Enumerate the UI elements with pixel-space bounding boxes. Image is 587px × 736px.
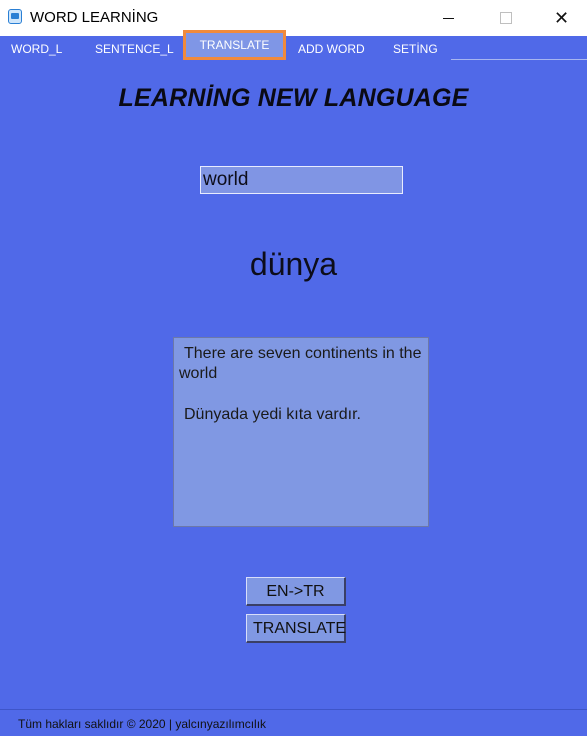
menu-item-add-word[interactable]: ADD WORD bbox=[298, 36, 365, 62]
maximize-button[interactable] bbox=[477, 0, 535, 36]
minimize-icon bbox=[442, 17, 454, 19]
menu-item-word-l[interactable]: WORD_L bbox=[11, 36, 62, 62]
close-button[interactable]: ✕ bbox=[536, 0, 587, 36]
translation-result: dünya bbox=[249, 246, 338, 282]
minimize-button[interactable] bbox=[419, 0, 477, 36]
menu-item-sentence-l[interactable]: SENTENCE_L bbox=[95, 36, 174, 62]
footer-copyright: Tüm hakları saklıdır © 2020 | yalcınyazı… bbox=[18, 717, 267, 731]
menu-divider bbox=[451, 59, 587, 60]
footer-divider bbox=[0, 709, 587, 710]
maximize-icon bbox=[500, 12, 512, 24]
menu-item-translate[interactable]: TRANSLATE bbox=[183, 30, 286, 60]
page-heading: LEARNİNG NEW LANGUAGE bbox=[118, 84, 469, 112]
close-icon: ✕ bbox=[553, 8, 570, 28]
word-input[interactable] bbox=[200, 166, 403, 194]
title-bar: WORD LEARNİNG ✕ bbox=[0, 0, 587, 36]
direction-button[interactable]: EN->TR bbox=[246, 577, 346, 606]
menu-item-setting[interactable]: SETİNG bbox=[393, 36, 438, 62]
example-sentence-box: There are seven continents in the world … bbox=[173, 337, 429, 527]
example-sentence-tr: Dünyada yedi kıta vardır. bbox=[184, 406, 361, 423]
window-title: WORD LEARNİNG bbox=[30, 9, 159, 26]
app-icon bbox=[8, 9, 22, 24]
example-sentence-en: There are seven continents in the world bbox=[179, 345, 422, 382]
translate-button[interactable]: TRANSLATE bbox=[246, 614, 346, 643]
